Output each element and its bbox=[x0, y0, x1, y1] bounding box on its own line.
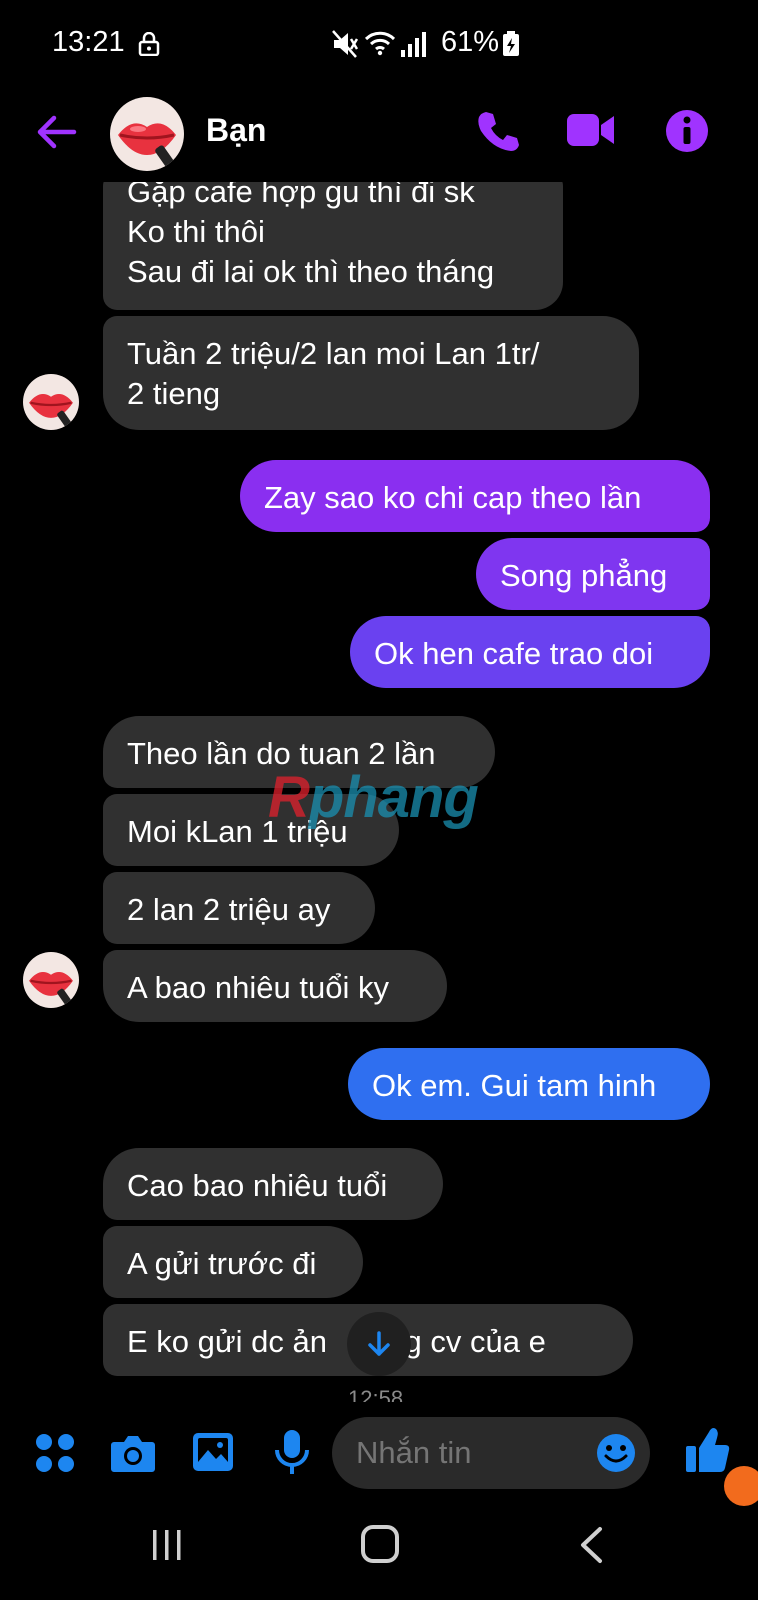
battery-icon bbox=[503, 31, 519, 56]
message-incoming[interactable]: Tuần 2 triệu/2 lan moi Lan 1tr/ 2 tieng bbox=[103, 316, 639, 430]
recent-apps-icon[interactable] bbox=[150, 1528, 184, 1562]
wifi-icon bbox=[364, 31, 396, 56]
message-input-container[interactable] bbox=[332, 1417, 650, 1489]
status-bar: 13:21 61% bbox=[0, 0, 758, 90]
conversation-header: Bạn bbox=[0, 90, 758, 182]
system-navigation-bar bbox=[0, 1506, 758, 1600]
message-incoming[interactable]: A gửi trước đi bbox=[103, 1226, 363, 1298]
message-line: Zay sao ko chi cap theo lần bbox=[264, 480, 642, 515]
message-line: Sau đi lai ok thì theo tháng bbox=[127, 254, 495, 289]
floating-bubble-icon[interactable] bbox=[724, 1466, 758, 1506]
watermark-letter: R bbox=[268, 765, 310, 830]
battery-percent: 61% bbox=[441, 26, 500, 58]
watermark-logo: Rphang bbox=[268, 764, 479, 831]
contact-avatar[interactable] bbox=[110, 97, 184, 171]
home-icon[interactable] bbox=[360, 1524, 400, 1564]
info-icon[interactable] bbox=[664, 108, 710, 154]
camera-icon[interactable] bbox=[110, 1432, 156, 1474]
message-line: 2 lan 2 triệu ay bbox=[127, 892, 331, 927]
message-outgoing[interactable]: Zay sao ko chi cap theo lần bbox=[240, 460, 710, 532]
mute-icon bbox=[332, 30, 358, 58]
signal-icon bbox=[401, 32, 426, 57]
thumbs-up-icon[interactable] bbox=[684, 1424, 732, 1474]
message-composer bbox=[0, 1402, 758, 1506]
message-line: Ok em. Gui tam hinh bbox=[372, 1068, 657, 1103]
video-call-icon[interactable] bbox=[566, 110, 616, 150]
lock-icon bbox=[138, 32, 160, 56]
message-line: Ko thi thôi bbox=[127, 214, 265, 249]
watermark-text: phang bbox=[308, 765, 479, 830]
message-incoming[interactable]: A bao nhiêu tuổi ky bbox=[103, 950, 447, 1022]
message-outgoing[interactable]: Ok em. Gui tam hinh bbox=[348, 1048, 710, 1120]
message-line: Ok hen cafe trao doi bbox=[374, 636, 654, 671]
message-incoming[interactable]: 2 lan 2 triệu ay bbox=[103, 872, 375, 944]
message-outgoing[interactable]: Ok hen cafe trao doi bbox=[350, 616, 710, 688]
message-timestamp: 12:58 bbox=[348, 1386, 404, 1402]
message-line: Cao bao nhiêu tuổi bbox=[127, 1168, 388, 1203]
message-line: Song phẳng bbox=[500, 558, 668, 593]
emoji-icon[interactable] bbox=[596, 1433, 636, 1473]
message-line: Gặp cafe hợp gu thì đi sk bbox=[127, 182, 475, 209]
message-list[interactable]: Gặp cafe hợp gu thì đi sk Ko thi thôi Sa… bbox=[0, 182, 758, 1402]
apps-icon[interactable] bbox=[34, 1432, 76, 1474]
sender-avatar[interactable] bbox=[23, 952, 79, 1008]
message-line: A bao nhiêu tuổi ky bbox=[127, 970, 389, 1005]
message-line: E ko gửi dc ản bbox=[127, 1324, 327, 1359]
arrow-down-icon bbox=[368, 1331, 390, 1356]
back-arrow-icon[interactable] bbox=[34, 110, 78, 154]
message-outgoing[interactable]: Song phẳng bbox=[476, 538, 710, 610]
message-line: 2 tieng bbox=[127, 376, 221, 411]
gallery-icon[interactable] bbox=[190, 1430, 236, 1474]
message-line: Tuần 2 triệu/2 lan moi Lan 1tr/ bbox=[127, 336, 540, 371]
message-incoming[interactable]: Gặp cafe hợp gu thì đi sk Ko thi thôi Sa… bbox=[103, 182, 563, 310]
message-input[interactable] bbox=[356, 1435, 586, 1471]
message-incoming[interactable]: Cao bao nhiêu tuổi bbox=[103, 1148, 443, 1220]
microphone-icon[interactable] bbox=[272, 1428, 312, 1476]
message-line: A gửi trước đi bbox=[127, 1246, 317, 1281]
nav-back-icon[interactable] bbox=[578, 1526, 604, 1564]
contact-name[interactable]: Bạn bbox=[206, 112, 266, 149]
phone-call-icon[interactable] bbox=[476, 108, 520, 152]
scroll-to-bottom-button[interactable] bbox=[347, 1312, 411, 1376]
status-time: 13:21 bbox=[52, 26, 125, 58]
sender-avatar[interactable] bbox=[23, 374, 79, 430]
